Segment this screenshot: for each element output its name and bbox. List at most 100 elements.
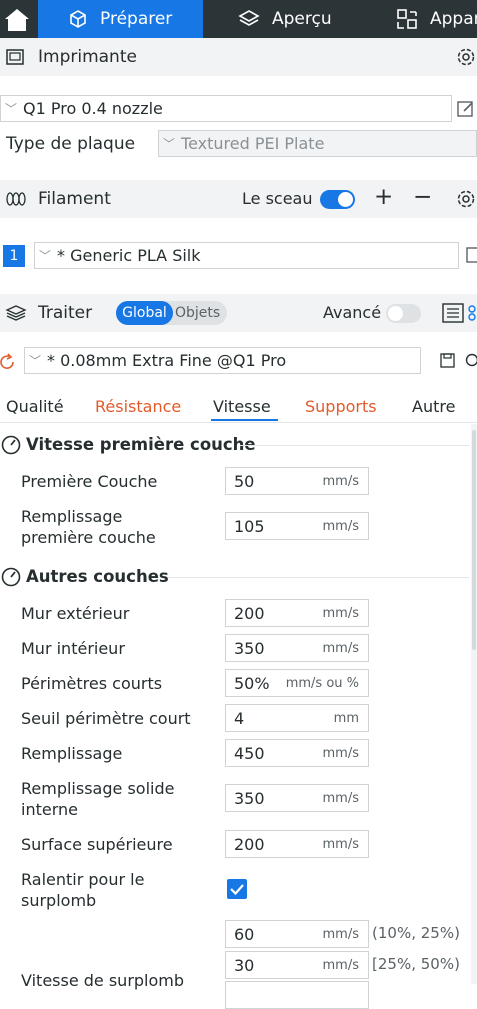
solid-infill-label-2: interne [21, 799, 78, 820]
toggle-objects[interactable]: Objets [175, 301, 220, 325]
overhang-speed-value-2: 30 [234, 956, 254, 975]
overhang-speed-field-2[interactable]: 30 mm/s [225, 951, 369, 979]
filament-section-header: Filament Le sceau + − [0, 180, 477, 218]
group-first-layer-title: Vitesse première couche [26, 435, 256, 454]
scrollbar-thumb[interactable] [472, 430, 476, 650]
first-layer-unit: mm/s [323, 474, 359, 489]
add-filament-button[interactable]: + [374, 184, 393, 210]
slow-overhang-label-1: Ralentir pour le [21, 869, 144, 890]
tab-prepare[interactable]: Préparer [38, 0, 203, 38]
first-infill-label-1: Remplissage [21, 506, 122, 527]
chevron-down-icon: ﹀ [5, 100, 17, 117]
advanced-toggle[interactable] [386, 304, 421, 323]
small-perimeter-label: Périmètres courts [21, 673, 162, 694]
infill-field[interactable]: 450 mm/s [225, 739, 369, 767]
seal-toggle[interactable] [320, 190, 355, 209]
reset-icon[interactable] [0, 353, 16, 371]
process-layers-icon [5, 304, 27, 322]
advanced-toggle-knob [388, 306, 403, 321]
printer-section-header: Imprimante [0, 38, 477, 76]
home-icon [2, 6, 32, 32]
tab-speed[interactable]: Vitesse [213, 397, 271, 416]
checkmark-icon [227, 879, 247, 899]
small-perimeter-field[interactable]: 50% mm/s ou % [225, 669, 369, 697]
chevron-down-icon: ﹀ [29, 352, 41, 369]
overhang-speed-range-1: (10%, 25%) [372, 924, 460, 942]
home-button[interactable] [0, 0, 38, 38]
printer-select-value: Q1 Pro 0.4 nozzle [23, 99, 163, 118]
process-preset-select[interactable]: ﹀ * 0.08mm Extra Fine @Q1 Pro [24, 347, 421, 374]
first-infill-unit: mm/s [323, 519, 359, 534]
small-perimeter-threshold-label: Seuil périmètre court [21, 708, 191, 729]
first-layer-label: Première Couche [21, 471, 157, 492]
plate-type-label: Type de plaque [6, 134, 135, 154]
overhang-speed-value-1: 60 [234, 925, 254, 944]
plate-type-value: Textured PEI Plate [181, 134, 324, 153]
save-icon[interactable] [440, 353, 455, 368]
chevron-down-icon: ﹀ [163, 135, 175, 152]
top-bar: Préparer Aperçu Appar [0, 0, 477, 38]
printer-title: Imprimante [38, 38, 137, 76]
inner-wall-field[interactable]: 350 mm/s [225, 634, 369, 662]
solid-infill-field[interactable]: 350 mm/s [225, 784, 369, 812]
advanced-label: Avancé [323, 303, 381, 322]
slow-overhang-checkbox[interactable] [227, 879, 247, 899]
overhang-speed-label: Vitesse de surplomb [21, 970, 184, 991]
overhang-speed-field-1[interactable]: 60 mm/s [225, 920, 369, 948]
small-perimeter-threshold-unit: mm [334, 711, 359, 726]
remove-filament-button[interactable]: − [413, 184, 432, 210]
slow-overhang-label-2: surplomb [21, 890, 96, 911]
device-icon [396, 8, 418, 30]
plate-type-select[interactable]: ﹀ Textured PEI Plate [158, 130, 477, 157]
outer-wall-label: Mur extérieur [21, 603, 129, 624]
tab-preview-label: Aperçu [272, 9, 332, 29]
first-layer-value: 50 [234, 472, 254, 491]
filament-settings-gear-icon[interactable] [456, 189, 476, 209]
tab-device-label: Appar [430, 9, 477, 29]
tab-other[interactable]: Autre [412, 397, 455, 416]
solid-infill-label-1: Remplissage solide [21, 778, 174, 799]
inner-wall-value: 350 [234, 639, 265, 658]
inner-wall-label: Mur intérieur [21, 638, 125, 659]
compare-icon[interactable] [466, 304, 477, 322]
small-perimeter-threshold-field[interactable]: 4 mm [225, 704, 369, 732]
filament-index-badge: 1 [3, 245, 25, 267]
printer-icon [5, 48, 25, 66]
seal-toggle-knob [338, 192, 353, 207]
top-surface-value: 200 [234, 835, 265, 854]
printer-settings-gear-icon[interactable] [456, 47, 476, 67]
outer-wall-field[interactable]: 200 mm/s [225, 599, 369, 627]
group-other-layers-divider [168, 577, 469, 578]
chevron-down-icon: ﹀ [39, 247, 51, 264]
toggle-global[interactable]: Global [116, 301, 173, 325]
search-icon[interactable] [465, 353, 477, 369]
infill-label: Remplissage [21, 743, 122, 764]
first-infill-value: 105 [234, 517, 265, 536]
filament-select[interactable]: ﹀ * Generic PLA Silk [34, 242, 459, 269]
top-surface-field[interactable]: 200 mm/s [225, 830, 369, 858]
overhang-speed-unit-2: mm/s [323, 958, 359, 973]
tab-strength[interactable]: Résistance [95, 397, 181, 416]
group-other-layers-title: Autres couches [26, 567, 169, 586]
outer-wall-unit: mm/s [323, 606, 359, 621]
edit-icon[interactable] [457, 100, 475, 118]
first-infill-field[interactable]: 105 mm/s [225, 512, 369, 540]
overhang-speed-field-3[interactable] [225, 981, 369, 1009]
first-layer-field[interactable]: 50 mm/s [225, 467, 369, 495]
process-preset-value: * 0.08mm Extra Fine @Q1 Pro [47, 351, 286, 370]
tab-preview[interactable]: Aperçu [238, 0, 332, 38]
tab-device[interactable]: Appar [396, 0, 477, 38]
infill-value: 450 [234, 744, 265, 763]
outer-wall-value: 200 [234, 604, 265, 623]
infill-unit: mm/s [323, 746, 359, 761]
process-title: Traiter [38, 294, 92, 332]
global-objects-toggle[interactable]: Global Objets [116, 301, 227, 325]
list-view-icon[interactable] [442, 303, 464, 323]
tab-supports[interactable]: Supports [305, 397, 377, 416]
small-perimeter-value: 50% [234, 674, 270, 693]
printer-select[interactable]: ﹀ Q1 Pro 0.4 nozzle [0, 95, 452, 122]
top-surface-unit: mm/s [323, 837, 359, 852]
tab-quality[interactable]: Qualité [6, 397, 64, 416]
speedometer-icon [1, 567, 21, 587]
filament-edit-icon[interactable] [466, 246, 477, 264]
